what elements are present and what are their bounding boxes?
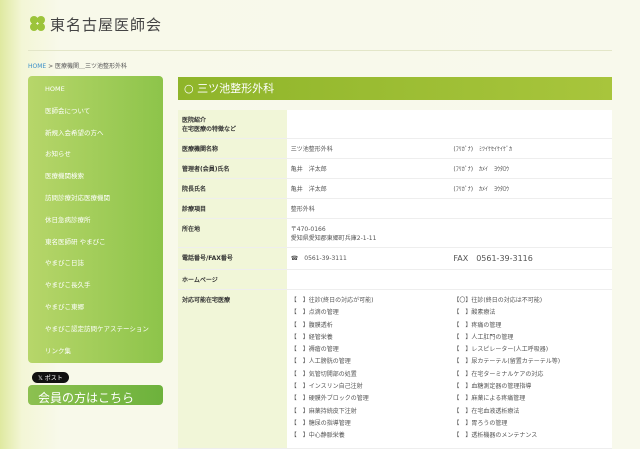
row-value: 三ツ池整形外科 (286, 138, 450, 159)
sidebar-item[interactable]: 新規入会希望の方へ (28, 123, 163, 145)
post-label: ポスト (44, 375, 63, 382)
service-item: 【 】胃ろうの管理 (453, 419, 508, 427)
row-label: 管理者(会員)氏名 (178, 158, 287, 179)
clinic-info-table: 医院紹介 在宅医療の特徴など 医療機関名称 三ツ池整形外科 (ﾌﾘｶﾞﾅ) ﾐﾂｲｹｾ… (178, 110, 612, 449)
breadcrumb-sep: > (46, 63, 56, 70)
sidebar-item[interactable]: 医師会について (28, 101, 163, 123)
row-value (286, 110, 450, 139)
row-label: 医療機関名称 (178, 138, 287, 159)
table-row: 院長氏名 亀井 洋太郎 (ﾌﾘｶﾞﾅ) ｶﾒｲ ﾖｳﾀﾛｳ (178, 178, 612, 199)
service-item: 【 】血糖測定器の管理指導 (453, 383, 532, 391)
service-item: 【 】在宅ターミナルケアの対応 (453, 370, 544, 378)
page-title-text: 三ツ池整形外科 (197, 82, 275, 95)
row-value: 亀井 洋太郎 (286, 158, 450, 179)
row-value: 整形外科 (286, 198, 450, 219)
sidebar-item[interactable]: リンク集 (28, 341, 163, 363)
table-row: 対応可能在宅医療【 】往診(終日の対応が可能) 【 】点滴の管理【 】腹膜透析【 … (178, 289, 612, 449)
row-value: 亀井 洋太郎 (286, 178, 450, 199)
service-item: 【 】経管栄養 (290, 333, 333, 341)
member-login-box[interactable]: 会員の方はこちら (28, 385, 163, 405)
row-value-2 (449, 198, 612, 219)
logo[interactable]: 東名古屋医師会 (30, 14, 162, 35)
row-value-2 (449, 269, 612, 290)
row-value: ☎ 0561-39-3111 (286, 247, 450, 270)
divider (28, 50, 612, 51)
sidebar-item[interactable]: やまびこ長久手 (28, 275, 163, 297)
clover-icon (30, 15, 46, 34)
page-title: ○ 三ツ池整形外科 (178, 77, 612, 100)
service-item: 【 】腹膜透析 (290, 321, 333, 329)
post-button[interactable]: 𝕏 ポスト (32, 372, 69, 383)
table-row: 管理者(会員)氏名 亀井 洋太郎 (ﾌﾘｶﾞﾅ) ｶﾒｲ ﾖｳﾀﾛｳ (178, 158, 612, 179)
sidebar-item[interactable]: HOME (28, 79, 163, 101)
services-right: 【〇】往診(終日の対応は不可能) 【 】酸素療法【 】疼痛の管理【 】人工肛門の管… (449, 289, 612, 449)
sidebar-item[interactable]: 医療機関検索 (28, 166, 163, 188)
row-label: 医院紹介 在宅医療の特徴など (178, 110, 287, 139)
sidebar-item[interactable]: やまびこ日誌 (28, 253, 163, 275)
sidebar-item[interactable]: お知らせ (28, 144, 163, 166)
row-label: 所在地 (178, 218, 287, 248)
row-label: ホームページ (178, 269, 287, 290)
table-row: 医療機関名称 三ツ池整形外科 (ﾌﾘｶﾞﾅ) ﾐﾂｲｹｾｲｹｲｹﾞｶ (178, 138, 612, 159)
service-item: 【 】中心静脈栄養 (290, 432, 345, 440)
service-item: 【 】糖尿の指導管理 (290, 419, 351, 427)
row-label: 電話番号/FAX番号 (178, 247, 287, 270)
row-value-2: (ﾌﾘｶﾞﾅ) ﾐﾂｲｹｾｲｹｲｹﾞｶ (449, 138, 612, 159)
sidebar-item[interactable]: やまびこ東郷 (28, 297, 163, 319)
service-item: 【 】インスリン自己注射 (290, 383, 363, 391)
service-item: 【 】疼痛の管理 (453, 321, 502, 329)
service-item: 【 】酸素療法 (453, 309, 496, 317)
breadcrumb-home[interactable]: HOME (28, 63, 46, 70)
service-item: 【〇】往診(終日の対応は不可能) (453, 297, 543, 304)
table-row: ホームページ (178, 269, 612, 290)
table-row: 医院紹介 在宅医療の特徴など (178, 110, 612, 139)
row-label: 対応可能在宅医療 (178, 289, 287, 449)
service-item: 【 】透析機器のメンテナンス (453, 432, 538, 440)
service-item: 【 】尿カテーテル(留置カテーテル等) (453, 358, 561, 366)
row-value-2 (449, 218, 612, 248)
row-value-2 (449, 110, 612, 139)
row-value: 〒470-0166 愛知県愛知郡東郷町兵庫2-1-11 (286, 218, 450, 248)
sidebar-item[interactable]: やまびこ認定訪問ケアステーション (28, 319, 163, 341)
service-item: 【 】往診(終日の対応が可能) (290, 297, 374, 304)
services-left: 【 】往診(終日の対応が可能) 【 】点滴の管理【 】腹膜透析【 】経管栄養【 】… (286, 289, 450, 449)
service-item: 【 】人工膀胱の管理 (290, 358, 351, 366)
row-value-2: (ﾌﾘｶﾞﾅ) ｶﾒｲ ﾖｳﾀﾛｳ (449, 158, 612, 179)
service-item: 【 】麻薬持続皮下注射 (290, 407, 357, 415)
row-value-2: (ﾌﾘｶﾞﾅ) ｶﾒｲ ﾖｳﾀﾛｳ (449, 178, 612, 199)
row-label: 診療項目 (178, 198, 287, 219)
table-row: 診療項目 整形外科 (178, 198, 612, 219)
service-item: 【 】人工肛門の管理 (453, 333, 514, 341)
service-item: 【 】気管切開部の処置 (290, 370, 357, 378)
sidebar-nav: HOME 医師会について 新規入会希望の方へ お知らせ 医療機関検索 訪問診療対応医療機関… (28, 76, 163, 363)
row-label: 院長氏名 (178, 178, 287, 199)
service-item: 【 】褥瘡の管理 (290, 346, 339, 354)
sidebar-item[interactable]: 訪問診療対応医療機関 (28, 188, 163, 210)
service-item: 【 】在宅血液透析療法 (453, 407, 520, 415)
row-value-2: FAX 0561-39-3116 (449, 247, 612, 270)
sidebar-item[interactable]: 東名医師研 やまびこ (28, 232, 163, 254)
table-row: 電話番号/FAX番号 ☎ 0561-39-3111 FAX 0561-39-3116 (178, 247, 612, 270)
breadcrumb: HOME > 医療機関＿三ツ池整形外科 (28, 61, 127, 70)
sidebar-item[interactable]: 休日急病診療所 (28, 210, 163, 232)
breadcrumb-current: 医療機関＿三ツ池整形外科 (55, 63, 128, 70)
service-item: 【 】点滴の管理 (290, 309, 339, 317)
service-item: 【 】レスピレーター(人工呼吸器) (453, 346, 549, 354)
row-value (286, 269, 450, 290)
table-row: 所在地 〒470-0166 愛知県愛知郡東郷町兵庫2-1-11 (178, 218, 612, 248)
logo-text: 東名古屋医師会 (50, 16, 163, 34)
